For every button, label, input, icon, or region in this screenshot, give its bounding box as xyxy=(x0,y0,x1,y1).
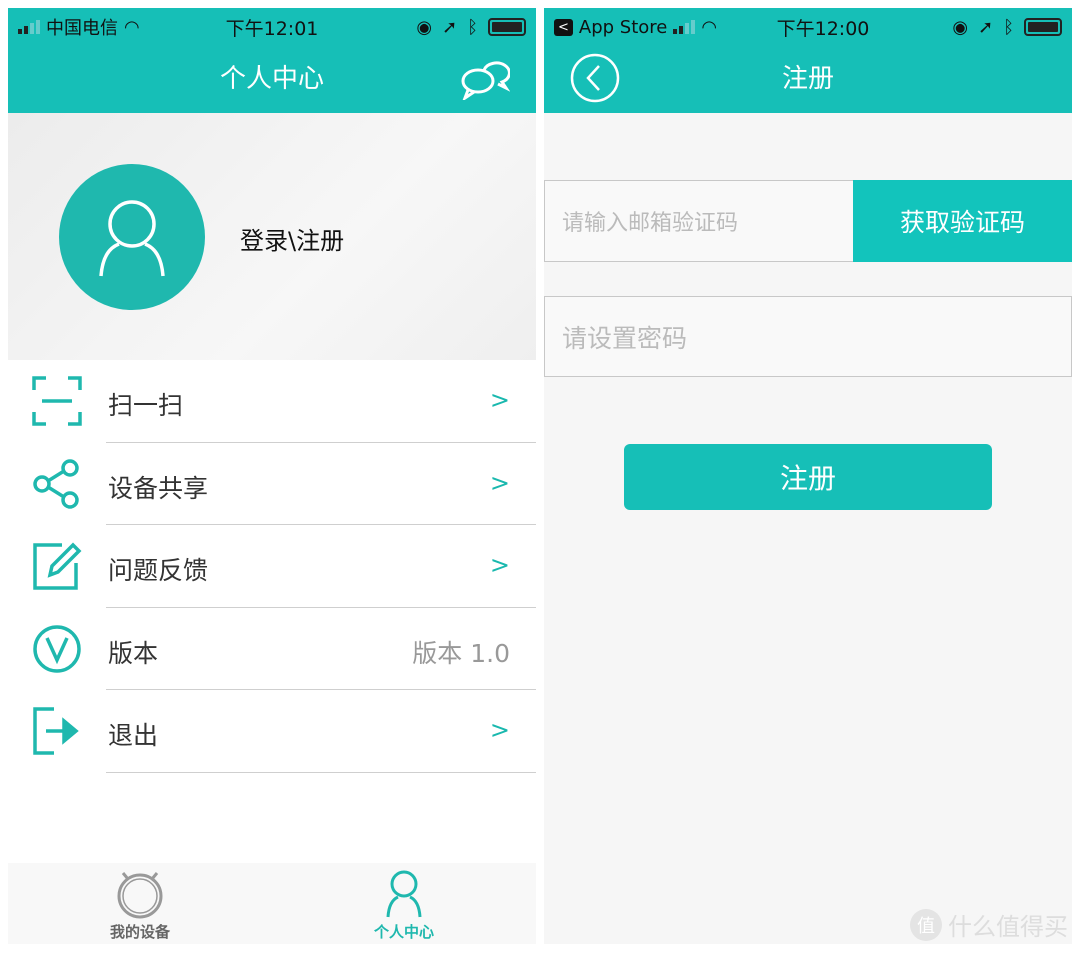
watermark-text: 什么值得买 xyxy=(948,913,1068,941)
watermark-logo: 值 xyxy=(910,908,942,941)
password-input[interactable]: 请设置密码 xyxy=(544,296,1072,377)
user-icon xyxy=(99,200,165,277)
avatar[interactable] xyxy=(59,164,205,310)
location-icon: ➚ xyxy=(978,16,994,38)
watermark: 值什么值得买 xyxy=(910,907,1068,942)
menu-item-version: 版本 版本 1.0 xyxy=(8,608,536,690)
share-icon xyxy=(33,458,79,509)
nav-bar: < App Store ◠ 下午12:00 ◉ ➚ ᛒ 注册 xyxy=(544,8,1072,113)
get-code-button[interactable]: 获取验证码 xyxy=(853,180,1072,262)
profile-banner: 登录\注册 xyxy=(8,113,536,360)
menu-item-share[interactable]: 设备共享 > xyxy=(8,443,536,525)
email-code-input[interactable]: 请输入邮箱验证码 xyxy=(544,180,854,262)
edit-icon xyxy=(33,542,82,590)
battery-icon xyxy=(488,18,526,36)
chevron-right-icon: > xyxy=(489,386,510,414)
menu-label: 退出 xyxy=(108,721,159,750)
user-icon xyxy=(386,870,422,918)
menu-list: 扫一扫 > 设备共享 > 问题反馈 > 版本 版本 1.0 退出 > xyxy=(8,360,536,773)
version-value: 版本 1.0 xyxy=(412,638,510,668)
tab-label: 我的设备 xyxy=(109,923,170,941)
menu-item-feedback[interactable]: 问题反馈 > xyxy=(8,525,536,608)
scan-icon xyxy=(32,376,82,426)
menu-item-logout[interactable]: 退出 > xyxy=(8,690,536,773)
chevron-right-icon: > xyxy=(489,551,510,579)
tab-personal-center[interactable]: 个人中心 xyxy=(272,863,536,944)
page-title: 个人中心 xyxy=(219,64,324,94)
orientation-lock-icon: ◉ xyxy=(416,16,433,38)
location-icon: ➚ xyxy=(442,16,458,38)
personal-center-screen: 中国电信 ◠ 下午12:01 ◉ ➚ ᛒ 个人中心 登录\注册 扫一扫 > 设备共享… xyxy=(8,8,536,944)
status-bar: 中国电信 ◠ 下午12:01 ◉ ➚ ᛒ xyxy=(8,12,536,42)
tab-bar: 我的设备 个人中心 xyxy=(8,863,536,944)
menu-label: 问题反馈 xyxy=(108,556,209,585)
menu-item-scan[interactable]: 扫一扫 > xyxy=(8,360,536,443)
tab-label: 个人中心 xyxy=(373,923,434,941)
chevron-right-icon: > xyxy=(489,468,510,497)
menu-label: 版本 xyxy=(108,638,159,668)
divider xyxy=(106,771,536,773)
login-register-link[interactable]: 登录\注册 xyxy=(240,221,344,256)
chat-bubbles-icon[interactable] xyxy=(460,58,510,100)
chevron-right-icon: > xyxy=(489,716,510,744)
register-screen: < App Store ◠ 下午12:00 ◉ ➚ ᛒ 注册 请输入邮箱验证码 获取… xyxy=(544,8,1072,944)
page-title: 注册 xyxy=(781,64,834,94)
orientation-lock-icon: ◉ xyxy=(952,16,969,38)
menu-label: 扫一扫 xyxy=(108,391,184,420)
status-bar: < App Store ◠ 下午12:00 ◉ ➚ ᛒ xyxy=(544,12,1072,42)
register-button[interactable]: 注册 xyxy=(624,444,992,510)
bluetooth-icon: ᛒ xyxy=(1003,16,1014,38)
robot-vacuum-icon xyxy=(117,872,163,919)
logout-icon xyxy=(33,707,79,755)
nav-bar: 中国电信 ◠ 下午12:01 ◉ ➚ ᛒ 个人中心 xyxy=(8,8,536,113)
battery-icon xyxy=(1024,18,1062,36)
tab-my-devices[interactable]: 我的设备 xyxy=(8,863,272,944)
version-icon xyxy=(33,624,81,673)
menu-label: 设备共享 xyxy=(108,473,209,503)
bluetooth-icon: ᛒ xyxy=(467,16,478,38)
